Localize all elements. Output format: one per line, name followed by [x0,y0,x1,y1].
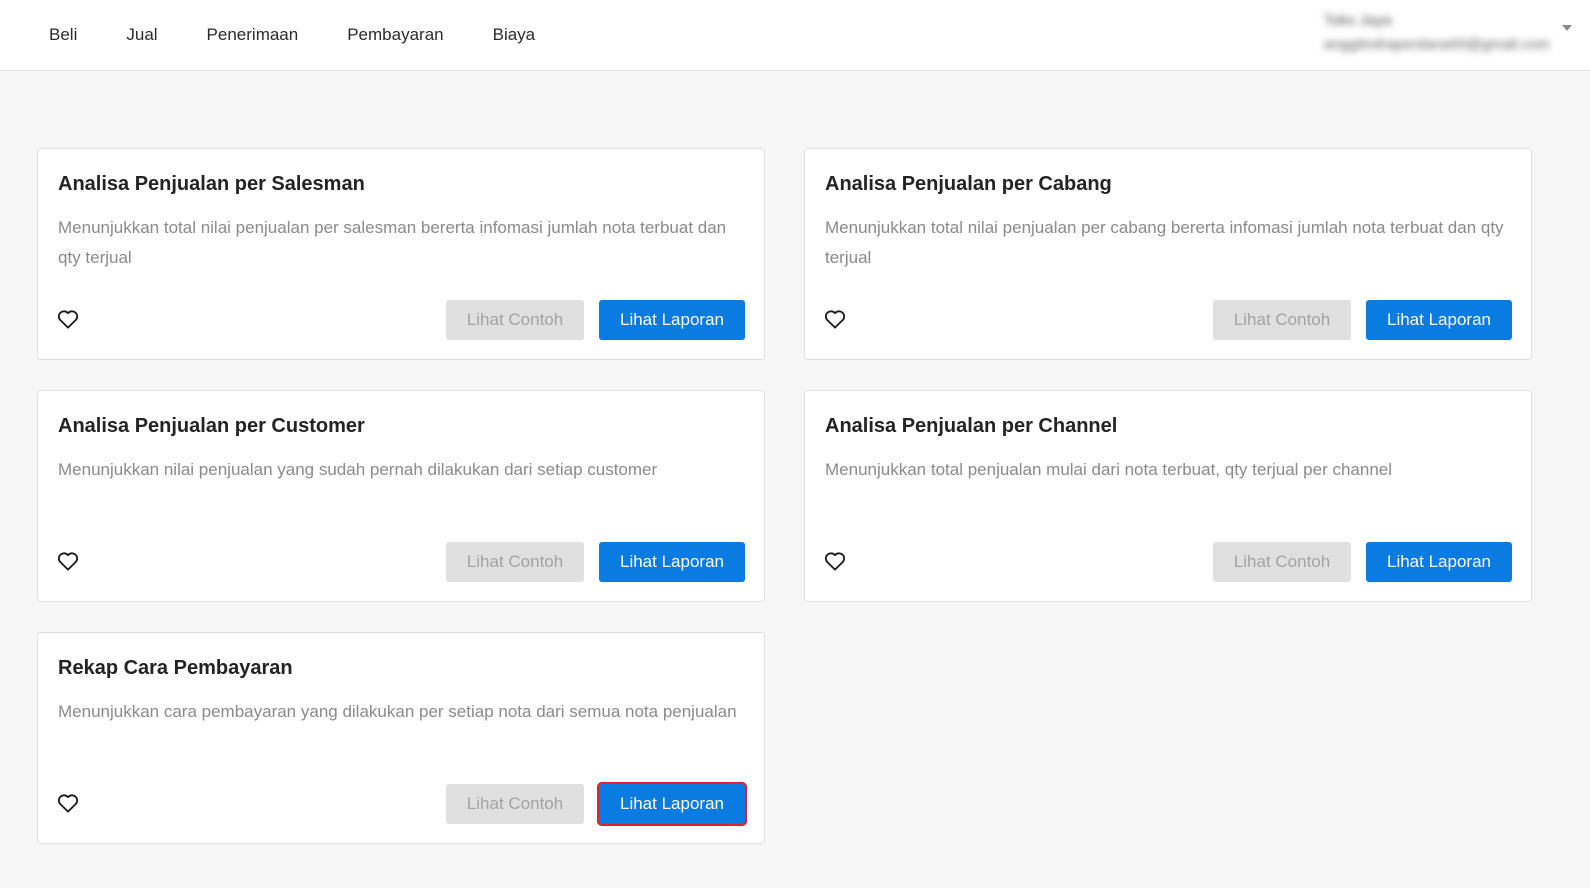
card-title: Analisa Penjualan per Salesman [58,173,365,195]
view-report-button[interactable]: Lihat Laporan [599,300,745,340]
report-card-cabang: Analisa Penjualan per Cabang Menunjukkan… [804,148,1532,360]
heart-outline-icon[interactable] [824,551,846,571]
nav-item-penerimaan[interactable]: Penerimaan [207,25,299,45]
report-card-channel: Analisa Penjualan per Channel Menunjukka… [804,390,1532,602]
card-title: Rekap Cara Pembayaran [58,657,293,679]
view-example-button[interactable]: Lihat Contoh [1213,542,1351,582]
account-info: Toko Jaya anggitndraperdana00@gmail.com [1324,10,1550,58]
card-description: Menunjukkan total penjualan mulai dari n… [825,460,1393,479]
nav-item-jual[interactable]: Jual [126,25,157,45]
card-description: Menunjukkan total nilai penjualan per sa… [58,218,727,267]
nav-item-biaya[interactable]: Biaya [493,25,536,45]
heart-outline-icon[interactable] [57,793,79,813]
report-card-customer: Analisa Penjualan per Customer Menunjukk… [37,390,765,602]
card-description: Menunjukkan nilai penjualan yang sudah p… [58,460,658,479]
nav-item-beli[interactable]: Beli [49,25,77,45]
account-name: Toko Jaya [1323,12,1392,29]
view-report-button[interactable]: Lihat Laporan [597,782,747,826]
report-card-rekap-pembayaran: Rekap Cara Pembayaran Menunjukkan cara p… [37,632,765,844]
top-navbar: Beli Jual Penerimaan Pembayaran Biaya To… [0,0,1590,71]
view-report-button[interactable]: Lihat Laporan [1366,542,1512,582]
account-menu[interactable]: Toko Jaya anggitndraperdana00@gmail.com [1324,10,1572,58]
caret-down-icon[interactable] [1562,25,1572,31]
main-nav: Beli Jual Penerimaan Pembayaran Biaya [49,0,584,70]
card-description: Menunjukkan cara pembayaran yang dilakuk… [58,702,737,721]
account-email: anggitndraperdana00@gmail.com [1323,36,1550,53]
view-example-button[interactable]: Lihat Contoh [1213,300,1351,340]
heart-outline-icon[interactable] [57,309,79,329]
heart-outline-icon[interactable] [824,309,846,329]
view-report-button[interactable]: Lihat Laporan [599,542,745,582]
view-report-button[interactable]: Lihat Laporan [1366,300,1512,340]
report-card-salesman: Analisa Penjualan per Salesman Menunjukk… [37,148,765,360]
heart-outline-icon[interactable] [57,551,79,571]
card-title: Analisa Penjualan per Channel [825,415,1118,437]
view-example-button[interactable]: Lihat Contoh [446,300,584,340]
view-example-button[interactable]: Lihat Contoh [446,784,584,824]
nav-item-pembayaran[interactable]: Pembayaran [347,25,443,45]
card-description: Menunjukkan total nilai penjualan per ca… [825,218,1504,267]
card-title: Analisa Penjualan per Cabang [825,173,1112,195]
card-title: Analisa Penjualan per Customer [58,415,365,437]
view-example-button[interactable]: Lihat Contoh [446,542,584,582]
